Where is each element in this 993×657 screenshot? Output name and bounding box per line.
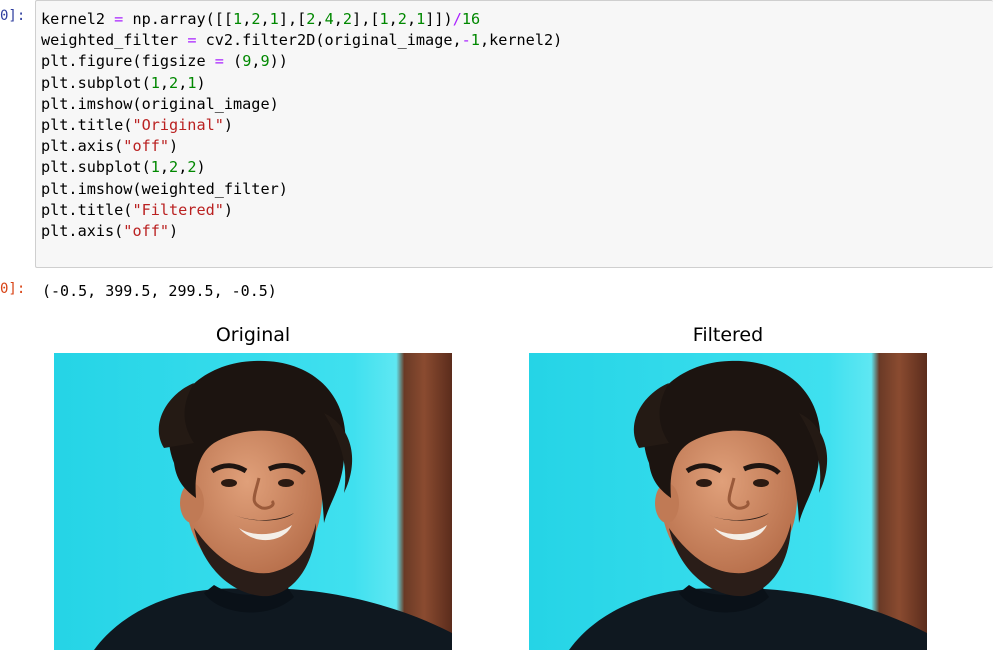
code-token: plt.imshow(weighted_filter) [41, 179, 288, 198]
code-cell[interactable]: kernel2 = np.array([[1,2,1],[2,4,2],[1,2… [35, 0, 993, 268]
code-token: cv2.filter2D(original_image, [196, 31, 462, 50]
subplot-title-original: Original [215, 324, 291, 346]
code-token: , [159, 158, 170, 177]
code-token-num: 2 [397, 10, 407, 28]
code-token: kernel2 [41, 10, 115, 28]
code-token: ) [196, 158, 206, 177]
code-token-op: = [214, 52, 224, 71]
code-token-num: 1 [269, 10, 279, 28]
code-token: ],[ [278, 10, 307, 28]
subplot-title-filtered: Filtered [692, 324, 764, 346]
code-token: , [260, 10, 270, 28]
code-line: plt.axis("off") [41, 136, 562, 157]
code-token: ) [169, 221, 179, 240]
code-token-num: 4 [324, 10, 334, 28]
code-token-num: 1 [150, 73, 160, 92]
code-token: , [388, 10, 398, 28]
code-line: plt.title("Original") [41, 115, 562, 136]
code-token-str: "Filtered" [132, 200, 224, 219]
code-token-op: = [114, 10, 124, 28]
code-token: )) [269, 52, 288, 71]
code-line: plt.imshow(original_image) [41, 94, 562, 115]
code-token: plt.figure(figsize [41, 52, 215, 71]
original-image [54, 353, 452, 650]
code-token-num: 2 [251, 10, 261, 28]
output-text: (-0.5, 399.5, 299.5, -0.5) [42, 282, 277, 300]
code-token: , [242, 10, 252, 28]
code-token: plt.title( [41, 200, 133, 219]
code-token-num: 16 [461, 10, 481, 28]
code-token: np.array([[ [123, 10, 234, 28]
code-line: kernel2 = np.array([[1,2,1],[2,4,2],[1,2… [41, 9, 562, 30]
code-line: weighted_filter = cv2.filter2D(original_… [41, 30, 562, 51]
code-token-num: 2 [187, 158, 197, 177]
code-token: ) [196, 73, 206, 92]
code-token: , [251, 52, 261, 71]
code-token-num: 9 [260, 52, 270, 71]
code-token-num: 2 [342, 10, 353, 28]
code-token: , [159, 73, 170, 92]
code-line: plt.subplot(1,2,2) [41, 157, 562, 178]
code-token-num: 1 [150, 158, 160, 177]
code-token-num: 1 [416, 10, 426, 28]
code-token: ) [169, 137, 179, 156]
code-token: plt.axis( [41, 137, 124, 156]
code-token-str: "Original" [132, 115, 224, 134]
code-line: plt.figure(figsize = (9,9)) [41, 51, 562, 72]
code-line: plt.title("Filtered") [41, 200, 562, 221]
code-token: , [178, 158, 188, 177]
code-token: ],[ [352, 10, 380, 28]
code-token: plt.subplot( [41, 158, 151, 177]
matplotlib-figure: Original Filtered [0, 315, 993, 657]
code-editor[interactable]: kernel2 = np.array([[1,2,1],[2,4,2],[1,2… [41, 9, 562, 242]
code-token: ) [223, 115, 234, 134]
code-token-str: "off" [123, 221, 170, 240]
filtered-image [529, 353, 927, 650]
code-token: , [406, 10, 417, 28]
code-token-num: 1 [187, 73, 197, 92]
code-token: , [315, 10, 325, 28]
input-prompt: 0]: [0, 8, 26, 24]
code-token: , [333, 10, 343, 28]
code-token: plt.imshow(original_image) [41, 94, 279, 113]
code-line: plt.axis("off") [41, 221, 562, 242]
code-line: plt.subplot(1,2,1) [41, 73, 562, 94]
code-token-op: / [452, 10, 462, 28]
code-token: weighted_filter [41, 31, 188, 50]
code-token: plt.axis( [41, 221, 124, 240]
code-token-num: 1 [470, 31, 480, 50]
code-token-num: 1 [379, 10, 389, 28]
code-token-str: "off" [123, 137, 170, 156]
code-token: plt.title( [41, 115, 133, 134]
code-token-op: - [461, 31, 471, 50]
code-token-num: 2 [169, 73, 179, 92]
code-token-num: 2 [169, 158, 179, 177]
code-token: plt.subplot( [41, 73, 151, 92]
code-token: , [178, 73, 188, 92]
code-line: plt.imshow(weighted_filter) [41, 179, 562, 200]
code-token-num: 1 [233, 10, 243, 28]
output-prompt: 0]: [0, 281, 26, 297]
code-token: ) [223, 200, 234, 219]
code-token-num: 9 [242, 52, 252, 71]
code-token: ]]) [425, 10, 453, 28]
code-token: ( [223, 52, 243, 71]
code-token: ,kernel2) [479, 31, 563, 50]
